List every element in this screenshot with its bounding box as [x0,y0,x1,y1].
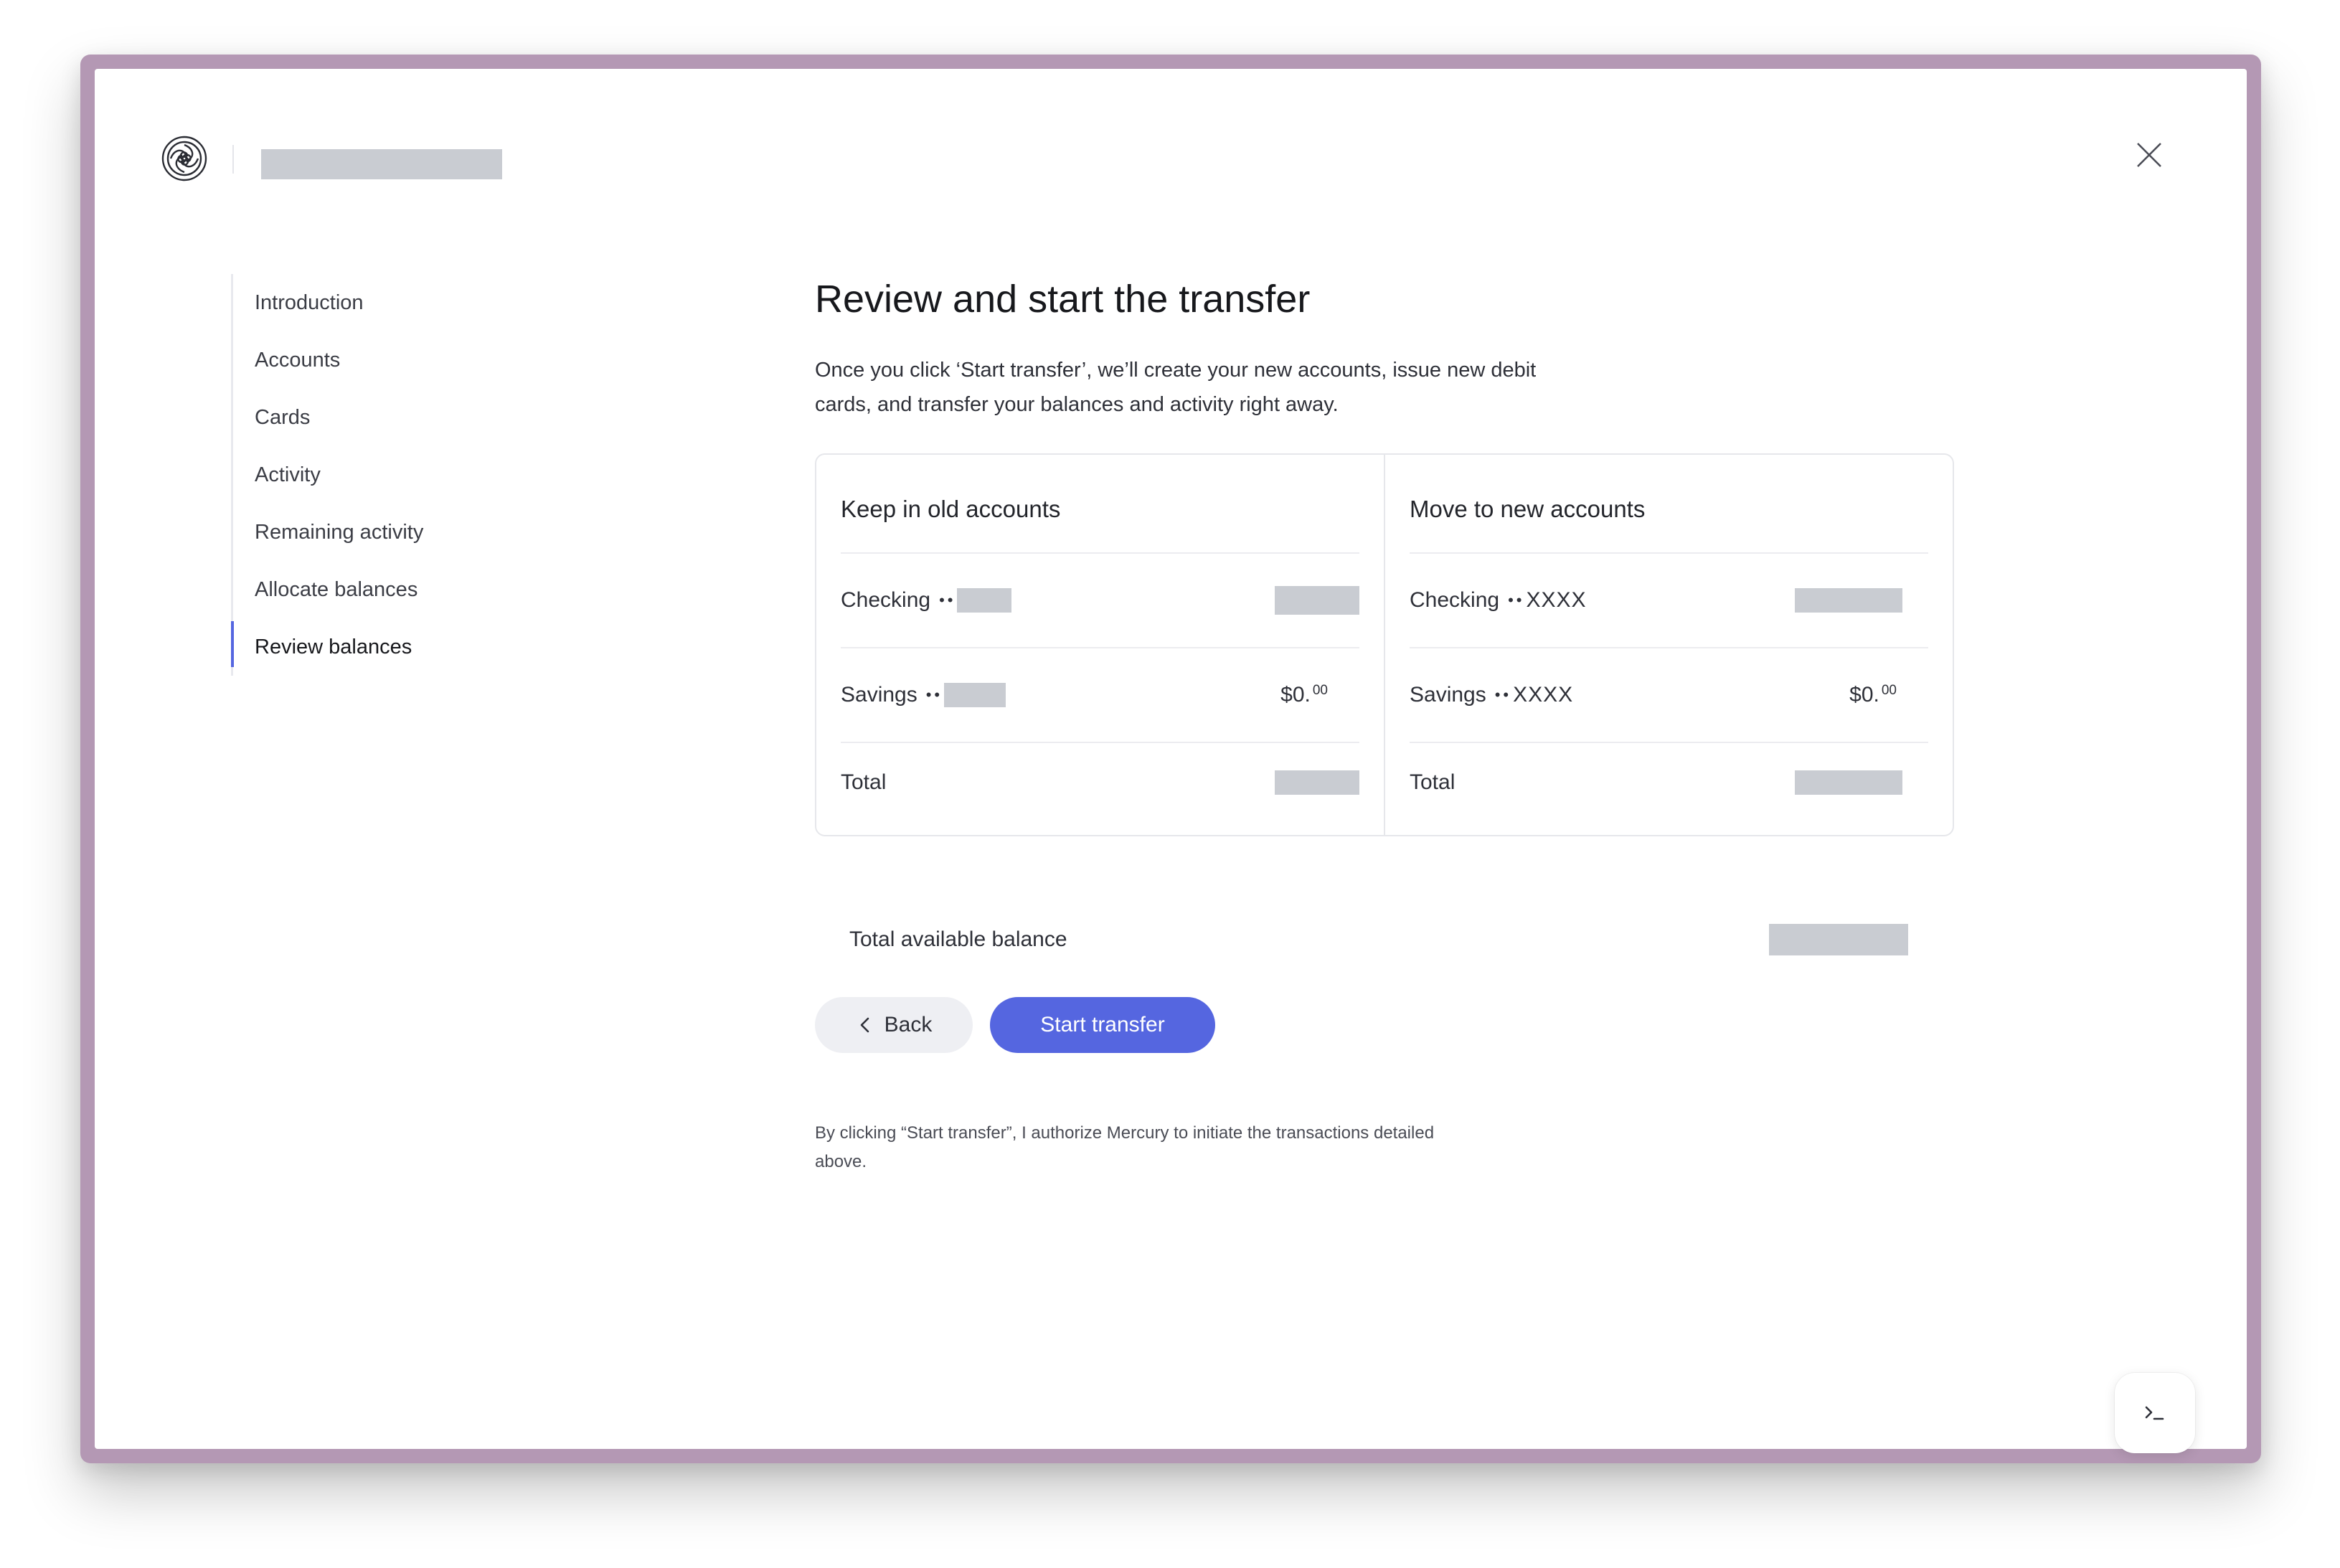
step-review-balances[interactable]: Review balances [231,618,532,676]
new-checking-label: Checking [1410,588,1500,612]
new-total-label: Total [1410,770,1456,794]
balance-summary-card: Keep in old accounts Checking •• Savings… [815,453,1954,836]
total-available-label: Total available balance [849,927,1067,951]
new-savings-mask: XXXX [1513,683,1574,707]
action-buttons: Back Start transfer [815,997,1215,1053]
old-checking-row: Checking •• [841,554,1359,648]
window-frame: Introduction Accounts Cards Activity Rem… [80,55,2261,1463]
start-transfer-button[interactable]: Start transfer [990,997,1215,1053]
header-divider [232,145,234,174]
mask-dots: •• [1494,686,1512,704]
old-checking-number-redacted [957,588,1012,613]
chevron-left-icon [860,1017,869,1033]
new-checking-mask: XXXX [1526,588,1587,612]
new-savings-balance-cents: 00 [1881,683,1897,698]
new-accounts-column: Move to new accounts Checking •• XXXX Sa… [1384,455,1953,835]
total-available-redacted [1769,924,1908,955]
total-available-row: Total available balance [815,918,1954,961]
back-button-label: Back [884,1013,933,1036]
old-total-row: Total [841,743,1359,822]
new-total-redacted [1795,770,1902,795]
organization-name-redacted [261,149,502,179]
old-savings-balance: $0. [1280,683,1311,707]
transfer-modal: Introduction Accounts Cards Activity Rem… [95,69,2247,1453]
new-savings-row: Savings •• XXXX $0. 00 [1410,648,1928,743]
page-description: Once you click ‘Start transfer’, we’ll c… [815,359,1537,416]
new-savings-label: Savings [1410,683,1486,707]
authorization-disclaimer: By clicking “Start transfer”, I authoriz… [815,1123,1435,1171]
step-navigation: Introduction Accounts Cards Activity Rem… [231,274,532,676]
old-total-label: Total [841,770,887,794]
step-introduction[interactable]: Introduction [233,274,532,331]
mask-dots: •• [1508,591,1525,609]
old-accounts-column: Keep in old accounts Checking •• Savings… [816,455,1384,835]
back-button[interactable]: Back [815,997,973,1053]
console-button[interactable] [2115,1373,2195,1453]
mask-dots: •• [939,591,956,609]
new-accounts-title: Move to new accounts [1410,455,1928,554]
old-savings-row: Savings •• $0. 00 [841,648,1359,743]
new-checking-balance-redacted [1795,588,1902,613]
mask-dots: •• [925,686,943,704]
new-savings-balance: $0. [1849,683,1879,707]
page-title: Review and start the transfer [815,278,1311,321]
new-checking-row: Checking •• XXXX [1410,554,1928,648]
terminal-prompt-icon [2145,1406,2164,1420]
mercury-logo-icon [161,135,208,182]
old-total-redacted [1275,770,1359,795]
step-accounts[interactable]: Accounts [233,331,532,389]
old-savings-balance-cents: 00 [1312,683,1328,698]
new-total-row: Total [1410,743,1928,822]
close-icon [2137,143,2161,167]
close-button[interactable] [2131,136,2168,174]
step-activity[interactable]: Activity [233,446,532,504]
step-remaining-activity[interactable]: Remaining activity [233,504,532,561]
old-savings-number-redacted [944,683,1006,707]
old-checking-label: Checking [841,588,931,612]
old-savings-label: Savings [841,683,917,707]
old-checking-balance-redacted [1275,586,1359,615]
step-allocate-balances[interactable]: Allocate balances [233,561,532,618]
old-accounts-title: Keep in old accounts [841,455,1359,554]
step-cards[interactable]: Cards [233,389,532,446]
